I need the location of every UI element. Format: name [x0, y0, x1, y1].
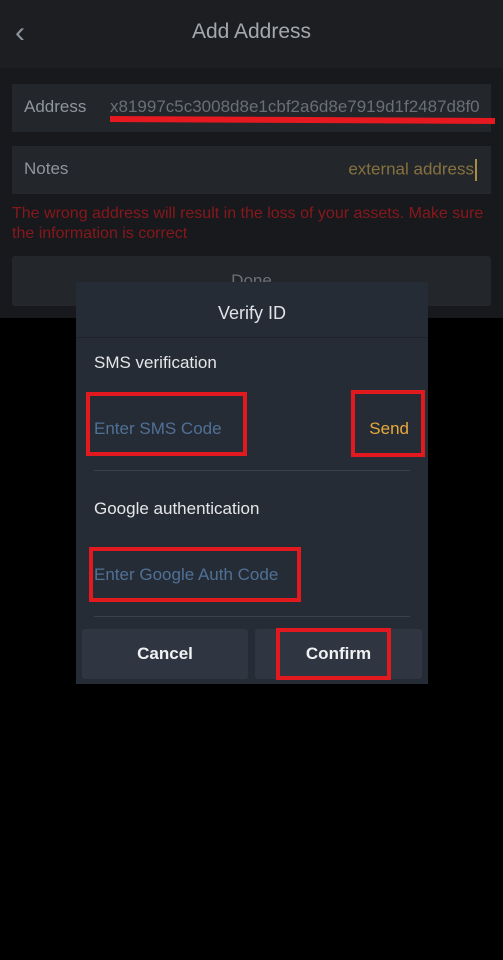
- address-field[interactable]: Address x81997c5c3008d8e1cbf2a6d8e7919d1…: [12, 84, 496, 132]
- verify-id-dialog: Verify ID SMS verification Enter SMS Cod…: [76, 282, 428, 684]
- google-auth-label: Google authentication: [94, 499, 260, 518]
- divider: [94, 616, 410, 617]
- divider: [94, 470, 410, 471]
- cancel-button[interactable]: Cancel: [82, 629, 248, 679]
- notes-label: Notes: [24, 159, 69, 178]
- text-cursor: [475, 159, 477, 181]
- highlight-confirm-button: [276, 628, 391, 680]
- notes-value: external address: [348, 159, 477, 181]
- dialog-title: Verify ID: [76, 282, 428, 338]
- page-title: Add Address: [191, 20, 312, 43]
- add-address-screen: ‹ Add Address Address x81997c5c3008d8e1c…: [0, 0, 503, 960]
- highlight-google-input: [89, 547, 301, 602]
- address-label: Address: [24, 97, 87, 116]
- notes-field[interactable]: Notes external address: [12, 146, 491, 194]
- redaction-line: [109, 115, 496, 125]
- address-value: x81997c5c3008d8e1cbf2a6d8e7919d1f2487d8f…: [110, 97, 480, 116]
- address-form: Address x81997c5c3008d8e1cbf2a6d8e7919d1…: [0, 68, 503, 318]
- sms-verification-label: SMS verification: [94, 353, 217, 372]
- warning-text: The wrong address will result in the los…: [12, 205, 484, 242]
- highlight-sms-input: [86, 392, 247, 456]
- top-bar: ‹ Add Address: [0, 0, 503, 68]
- highlight-send-button: [351, 390, 425, 457]
